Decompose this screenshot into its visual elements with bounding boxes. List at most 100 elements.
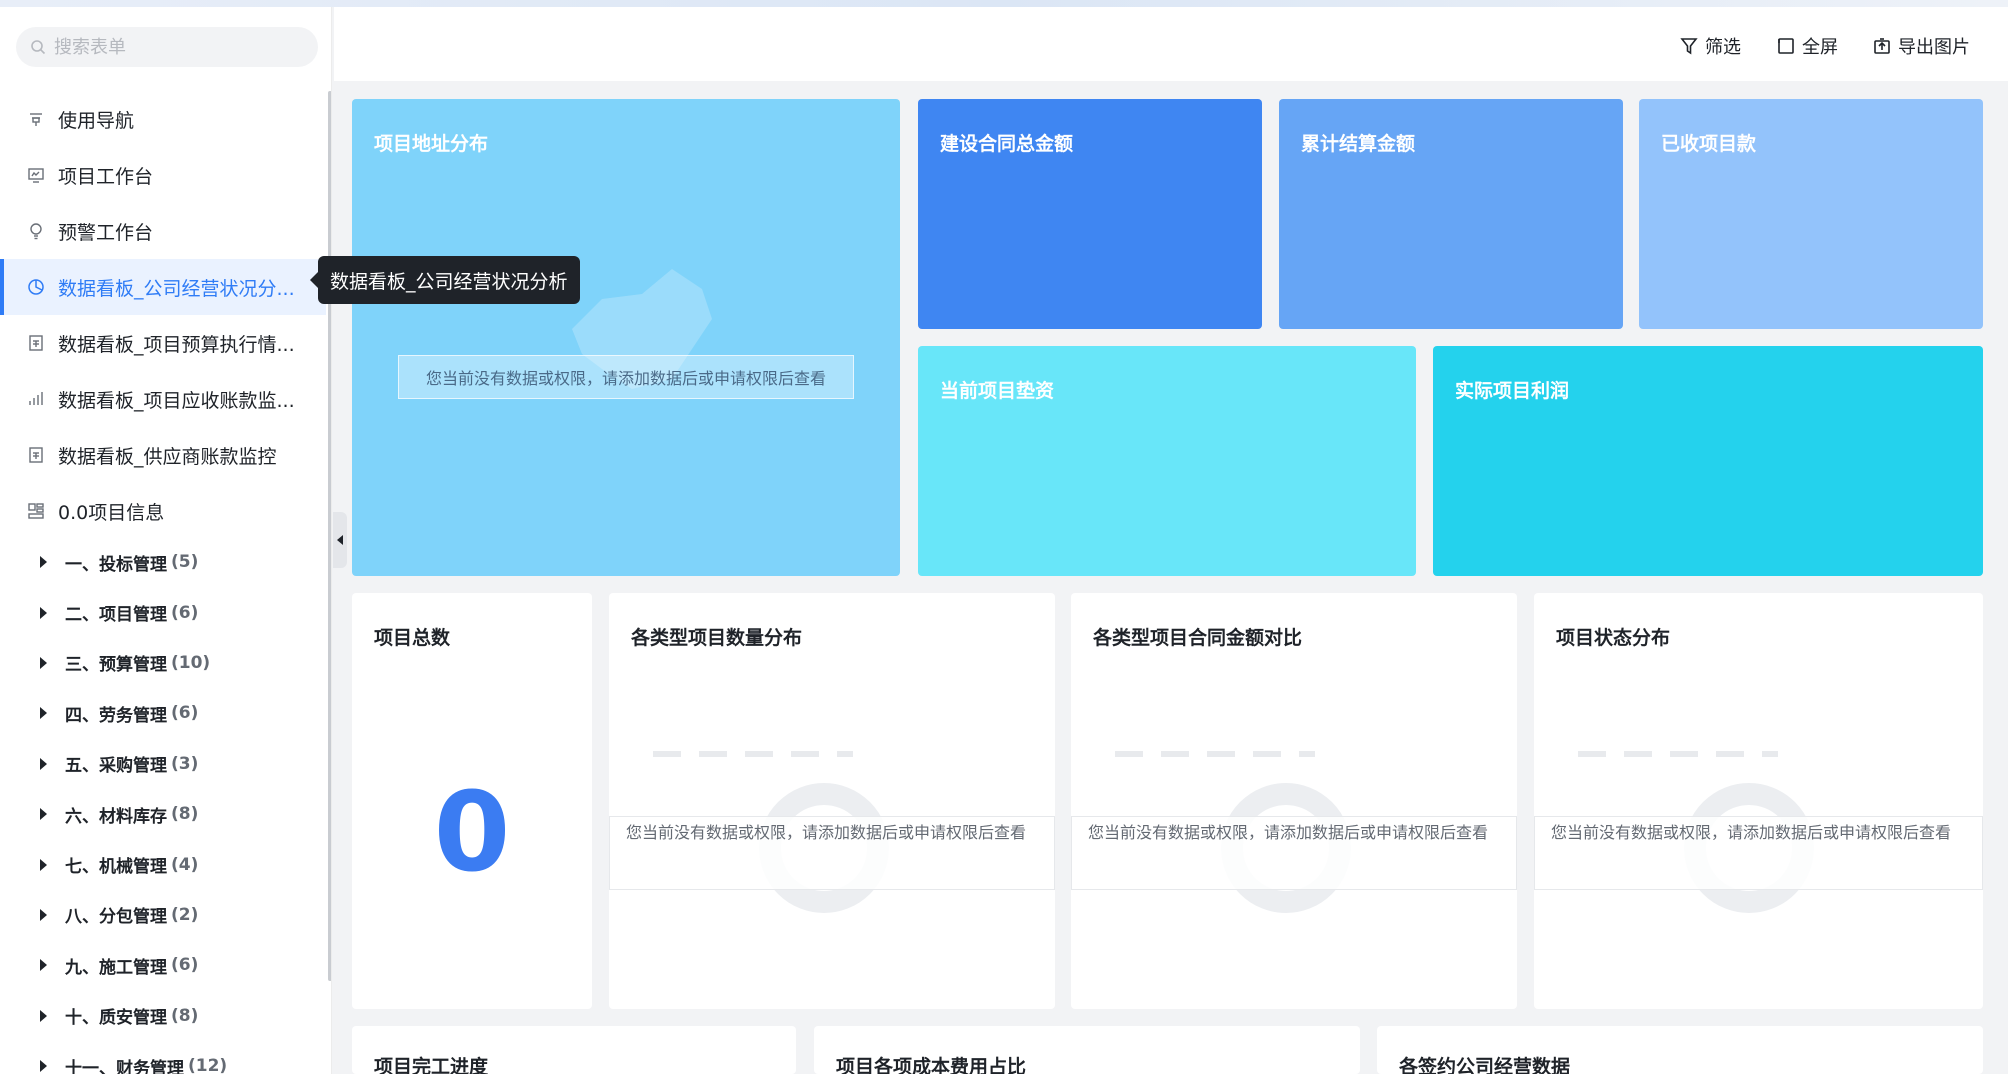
filter-icon xyxy=(1680,38,1698,55)
project-profit-card: 实际项目利润 xyxy=(1433,346,1983,576)
nav-item-label: 数据看板_项目应收账款监... xyxy=(58,389,295,412)
no-data-message: 您当前没有数据或权限，请添加数据后或申请权限后查看 xyxy=(609,816,1055,890)
nav-item-supplier-accounts[interactable]: 数据看板_供应商账款监控 xyxy=(0,427,326,483)
project-count-title: 项目总数 xyxy=(374,627,451,649)
tree-item-machinery[interactable]: 七、机械管理 (4) xyxy=(0,839,326,889)
nav-item-label: 0.0项目信息 xyxy=(58,501,165,524)
sidebar-collapse-button[interactable] xyxy=(333,512,347,568)
tree-item-label: 十一、财务管理 xyxy=(65,1058,184,1074)
guide-icon xyxy=(30,113,42,126)
type-count-title: 各类型项目数量分布 xyxy=(631,627,803,649)
search-input[interactable] xyxy=(54,36,304,58)
pie-chart-icon xyxy=(28,279,44,295)
project-count-card: 项目总数 0 xyxy=(352,593,592,1009)
nav-item-receivables[interactable]: 数据看板_项目应收账款监... xyxy=(0,371,326,427)
tree-item-label: 九、施工管理 xyxy=(65,957,167,978)
tree-item-count: (5) xyxy=(171,552,199,573)
filter-button[interactable]: 筛选 xyxy=(1679,33,1741,59)
no-data-message: 您当前没有数据或权限，请添加数据后或申请权限后查看 xyxy=(1071,816,1517,890)
nav-item-label: 数据看板_供应商账款监控 xyxy=(58,445,277,468)
tree-item-label: 四、劳务管理 xyxy=(65,705,167,726)
expand-caret-icon[interactable] xyxy=(40,656,47,669)
sidebar-scrollbar[interactable] xyxy=(328,91,331,981)
fullscreen-button[interactable]: 全屏 xyxy=(1776,33,1838,59)
bar-chart-icon xyxy=(29,392,43,405)
ghost-legend xyxy=(1578,751,1778,757)
tree-item-inventory[interactable]: 六、材料库存 (8) xyxy=(0,789,326,839)
grid-icon xyxy=(28,503,44,519)
expand-caret-icon[interactable] xyxy=(40,757,47,770)
export-label: 导出图片 xyxy=(1898,37,1970,58)
received-payment-card: 已收项目款 xyxy=(1639,99,1983,329)
settlement-total-title: 累计结算金额 xyxy=(1301,133,1416,155)
dashboard-icon xyxy=(29,335,43,351)
tree-item-labor[interactable]: 四、劳务管理 (6) xyxy=(0,688,326,738)
nav-item-guide[interactable]: 使用导航 xyxy=(0,91,326,147)
tree-item-label: 八、分包管理 xyxy=(65,907,167,928)
tree-item-label: 二、项目管理 xyxy=(65,605,167,626)
tree-item-bidding[interactable]: 一、投标管理 (5) xyxy=(0,537,326,587)
project-count-value: 0 xyxy=(433,768,511,896)
status-chart-card: 项目状态分布 您当前没有数据或权限，请添加数据后或申请权限后查看 xyxy=(1534,593,1983,1009)
tree-item-count: (2) xyxy=(171,904,199,925)
nav-tooltip: 数据看板_公司经营状况分析 xyxy=(310,256,580,304)
tree-item-count: (6) xyxy=(171,955,199,976)
expand-caret-icon[interactable] xyxy=(40,908,47,921)
sidebar: 使用导航 项目工作台 预警工作台 数据看板_公司经营状况分... 数据看板_项目… xyxy=(0,7,332,1074)
project-profit-title: 实际项目利润 xyxy=(1455,380,1570,402)
cost-ratio-title: 项目各项成本费用占比 xyxy=(836,1056,1027,1074)
expand-caret-icon[interactable] xyxy=(40,606,47,619)
monitor-icon xyxy=(28,168,44,183)
nav-item-budget-execution[interactable]: 数据看板_项目预算执行情... xyxy=(0,315,326,371)
status-title: 项目状态分布 xyxy=(1556,627,1671,649)
project-advance-title: 当前项目垫资 xyxy=(940,380,1055,402)
tree-item-purchase[interactable]: 五、采购管理 (3) xyxy=(0,739,326,789)
search-box[interactable] xyxy=(16,27,318,67)
nav-list: 使用导航 项目工作台 预警工作台 数据看板_公司经营状况分... 数据看板_项目… xyxy=(0,91,326,539)
tree-item-label: 三、预算管理 xyxy=(65,655,167,676)
export-image-button[interactable]: 导出图片 xyxy=(1872,33,1970,59)
tree-item-construction[interactable]: 九、施工管理 (6) xyxy=(0,940,326,990)
expand-caret-icon[interactable] xyxy=(40,808,47,821)
expand-caret-icon[interactable] xyxy=(40,1009,47,1022)
filter-label: 筛选 xyxy=(1705,37,1741,58)
nav-item-project-workbench[interactable]: 项目工作台 xyxy=(0,147,326,203)
tree-item-label: 五、采购管理 xyxy=(65,756,167,777)
tree-item-subcontract[interactable]: 八、分包管理 (2) xyxy=(0,890,326,940)
expand-caret-icon[interactable] xyxy=(40,556,47,569)
tree-item-quality-safety[interactable]: 十、质安管理 (8) xyxy=(0,991,326,1041)
type-count-chart-card: 各类型项目数量分布 您当前没有数据或权限，请添加数据后或申请权限后查看 xyxy=(609,593,1055,1009)
tree-item-project[interactable]: 二、项目管理 (6) xyxy=(0,587,326,637)
nav-item-company-operations[interactable]: 数据看板_公司经营状况分... xyxy=(0,259,326,315)
expand-caret-icon[interactable] xyxy=(40,707,47,720)
dashboard-icon xyxy=(29,447,43,463)
bulb-icon xyxy=(30,223,42,240)
nav-item-alert-workbench[interactable]: 预警工作台 xyxy=(0,203,326,259)
fullscreen-label: 全屏 xyxy=(1802,37,1838,58)
tree-item-label: 七、机械管理 xyxy=(65,857,167,878)
contract-total-title: 建设合同总金额 xyxy=(940,133,1074,155)
search-icon xyxy=(31,40,46,55)
tree-item-count: (3) xyxy=(171,753,199,774)
collapse-arrow-icon xyxy=(337,535,343,545)
nav-item-label: 项目工作台 xyxy=(58,165,154,188)
window-top-strip xyxy=(0,0,2008,7)
expand-caret-icon[interactable] xyxy=(40,1060,47,1073)
map-no-data-message: 您当前没有数据或权限，请添加数据后或申请权限后查看 xyxy=(398,355,854,399)
completion-progress-title: 项目完工进度 xyxy=(374,1056,489,1074)
tree-item-count: (10) xyxy=(171,652,211,673)
nav-item-project-info[interactable]: 0.0项目信息 xyxy=(0,483,326,539)
received-payment-title: 已收项目款 xyxy=(1661,133,1757,155)
nav-item-label: 数据看板_公司经营状况分... xyxy=(58,277,295,300)
tree-item-budget[interactable]: 三、预算管理 (10) xyxy=(0,638,326,688)
ghost-legend xyxy=(653,751,853,757)
tree-item-count: (6) xyxy=(171,703,199,724)
contract-total-card: 建设合同总金额 xyxy=(918,99,1262,329)
expand-caret-icon[interactable] xyxy=(40,959,47,972)
map-card: 项目地址分布 您当前没有数据或权限，请添加数据后或申请权限后查看 xyxy=(352,99,900,576)
tree-item-count: (4) xyxy=(171,854,199,875)
expand-caret-icon[interactable] xyxy=(40,858,47,871)
tree-item-label: 一、投标管理 xyxy=(65,554,167,575)
tree-item-finance[interactable]: 十一、财务管理 (12) xyxy=(0,1041,326,1074)
nav-item-label: 数据看板_项目预算执行情... xyxy=(58,333,295,356)
